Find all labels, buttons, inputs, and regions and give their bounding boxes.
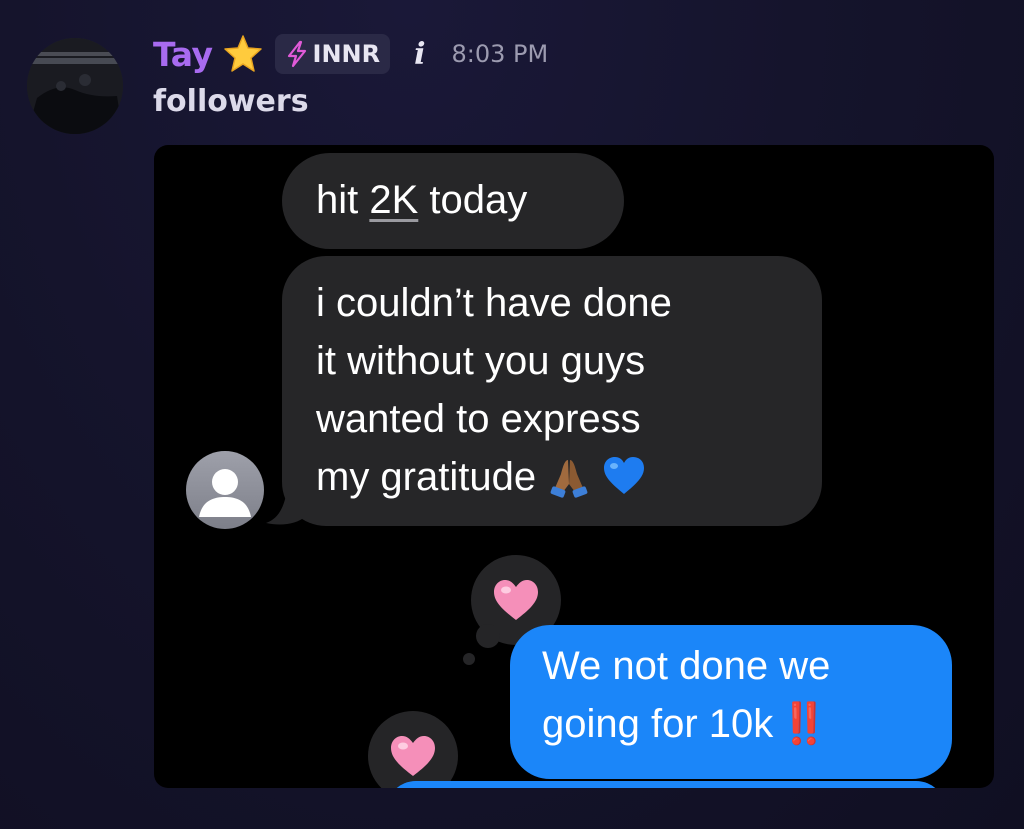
message-line-last: going for 10k ‼️ [542,695,952,753]
message-bubble-incoming: i couldn’t have done it without you guys… [282,256,822,526]
user-avatar[interactable] [27,38,123,134]
message-text: followers [153,84,309,119]
message-header: Tay INNR i 8:03 PM [153,30,548,78]
bubble-tail [266,481,306,525]
message-line: wanted to express [316,397,641,441]
message-bubble-incoming: hit 2K today [282,153,624,249]
reaction-tail [463,653,475,665]
message-text-link: 2K [369,178,419,222]
timestamp[interactable]: 8:03 PM [452,40,549,68]
info-icon[interactable]: i [414,37,425,72]
person-icon [199,469,251,517]
contact-avatar [186,451,264,529]
pink-heart-icon [391,736,435,776]
message-bubble-outgoing: We not done we going for 10k ‼️ [510,625,952,779]
folded-hands-emoji [550,460,588,498]
message-line: going for 10k [542,702,774,746]
message-line: We not done we [542,644,831,688]
server-tag[interactable]: INNR [274,34,391,74]
pink-heart-icon [494,580,538,620]
star-icon [223,35,262,72]
message-text-part: hit [316,178,370,222]
message-line-last: my gratitude [316,448,822,506]
message-bubble-outgoing-partial [386,781,946,788]
image-attachment[interactable]: hit 2K today i couldn’t have done it wit… [154,145,994,788]
message-line: i couldn’t have done [316,281,672,325]
message-text-part: today [418,178,528,222]
tag-label: INNR [312,40,381,68]
message-line: my gratitude [316,455,537,499]
heart-reaction[interactable] [368,711,458,788]
double-exclamation-emoji: ‼️ [779,701,829,747]
lightning-bolt-icon [287,40,306,68]
message-line: it without you guys [316,339,646,383]
reaction-tail [476,624,500,648]
author-name[interactable]: Tay [153,35,213,74]
blue-heart-emoji [604,457,645,494]
